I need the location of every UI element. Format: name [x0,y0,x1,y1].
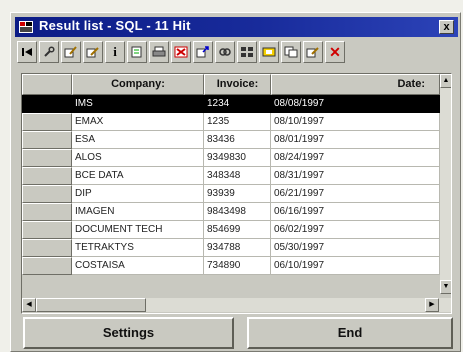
column-header-date[interactable]: Date: [271,74,440,95]
invoice-cell[interactable]: 934788 [204,239,271,257]
horizontal-scrollbar[interactable]: ◀ ▶ [22,298,451,312]
table-row[interactable]: ALOS 9349830 08/24/1997 [22,149,440,167]
window-title: Result list - SQL - 11 Hit [39,18,191,33]
close-red-icon[interactable]: ✕ [325,41,345,63]
table-row[interactable]: DIP 93939 06/21/1997 [22,185,440,203]
close-button[interactable]: x [439,20,454,34]
refresh-icon[interactable] [127,41,147,63]
company-cell[interactable]: TETRAKTYS [72,239,204,257]
date-cell[interactable]: 06/02/1997 [271,221,440,239]
copy-icon[interactable] [281,41,301,63]
row-selector[interactable] [22,95,72,113]
invoice-cell[interactable]: 348348 [204,167,271,185]
edit-icon[interactable] [61,41,81,63]
row-selector[interactable] [22,221,72,239]
date-cell[interactable]: 08/31/1997 [271,167,440,185]
horizontal-scroll-thumb[interactable] [36,298,146,312]
invoice-cell[interactable]: 9843498 [204,203,271,221]
company-cell[interactable]: EMAX [72,113,204,131]
scroll-right-icon[interactable]: ▶ [425,298,439,312]
first-record-icon[interactable] [17,41,37,63]
link-icon[interactable] [215,41,235,63]
table-row[interactable]: EMAX 1235 08/10/1997 [22,113,440,131]
result-grid: Company: Invoice: Date: IMS 1234 08/08/1… [21,73,452,314]
date-cell[interactable]: 08/10/1997 [271,113,440,131]
export-icon[interactable] [193,41,213,63]
highlight-icon[interactable] [259,41,279,63]
invoice-cell[interactable]: 854699 [204,221,271,239]
app-icon [19,21,33,33]
edit-alt-icon[interactable] [83,41,103,63]
table-row[interactable]: BCE DATA 348348 08/31/1997 [22,167,440,185]
invoice-cell[interactable]: 734890 [204,257,271,275]
table-row[interactable]: IMS 1234 08/08/1997 [22,95,440,113]
table-row[interactable]: TETRAKTYS 934788 05/30/1997 [22,239,440,257]
vertical-scrollbar[interactable]: ▲ ▼ [440,74,451,294]
company-cell[interactable]: ESA [72,131,204,149]
result-list-window: Result list - SQL - 11 Hit x i ✕ Company… [10,12,461,352]
settings-button-label: Settings [102,325,155,340]
invoice-cell[interactable]: 83436 [204,131,271,149]
end-button-label: End [337,325,363,340]
table-row[interactable]: DOCUMENT TECH 854699 06/02/1997 [22,221,440,239]
delete-red-icon[interactable] [171,41,191,63]
table-row[interactable]: IMAGEN 9843498 06/16/1997 [22,203,440,221]
invoice-cell[interactable]: 9349830 [204,149,271,167]
grid-icon[interactable] [237,41,257,63]
table-row[interactable]: ESA 83436 08/01/1997 [22,131,440,149]
end-button[interactable]: End [247,317,453,349]
header-selector [22,74,72,95]
column-header-company[interactable]: Company: [72,74,204,95]
date-cell[interactable]: 08/01/1997 [271,131,440,149]
row-selector[interactable] [22,113,72,131]
print-icon[interactable] [149,41,169,63]
settings-button[interactable]: Settings [23,317,234,349]
info-icon[interactable]: i [105,41,125,63]
scroll-up-icon[interactable]: ▲ [440,74,451,88]
invoice-cell[interactable]: 1234 [204,95,271,113]
column-header-invoice[interactable]: Invoice: [204,74,271,95]
date-cell[interactable]: 08/24/1997 [271,149,440,167]
scroll-down-icon[interactable]: ▼ [440,280,451,294]
toolbar: i ✕ [17,41,455,65]
row-selector[interactable] [22,203,72,221]
table-row[interactable]: COSTAISA 734890 06/10/1997 [22,257,440,275]
row-selector[interactable] [22,257,72,275]
paste-icon[interactable] [303,41,323,63]
company-cell[interactable]: IMAGEN [72,203,204,221]
row-selector[interactable] [22,131,72,149]
wrench-icon[interactable] [39,41,59,63]
company-cell[interactable]: DIP [72,185,204,203]
row-selector[interactable] [22,185,72,203]
date-cell[interactable]: 06/16/1997 [271,203,440,221]
date-cell[interactable]: 05/30/1997 [271,239,440,257]
invoice-cell[interactable]: 1235 [204,113,271,131]
date-cell[interactable]: 06/21/1997 [271,185,440,203]
row-selector[interactable] [22,167,72,185]
row-selector[interactable] [22,239,72,257]
company-cell[interactable]: COSTAISA [72,257,204,275]
company-cell[interactable]: BCE DATA [72,167,204,185]
company-cell[interactable]: DOCUMENT TECH [72,221,204,239]
company-cell[interactable]: IMS [72,95,204,113]
date-cell[interactable]: 08/08/1997 [271,95,440,113]
grid-header: Company: Invoice: Date: [22,74,440,95]
title-bar[interactable]: Result list - SQL - 11 Hit x [15,17,458,37]
company-cell[interactable]: ALOS [72,149,204,167]
row-selector[interactable] [22,149,72,167]
invoice-cell[interactable]: 93939 [204,185,271,203]
date-cell[interactable]: 06/10/1997 [271,257,440,275]
scroll-left-icon[interactable]: ◀ [22,298,36,312]
